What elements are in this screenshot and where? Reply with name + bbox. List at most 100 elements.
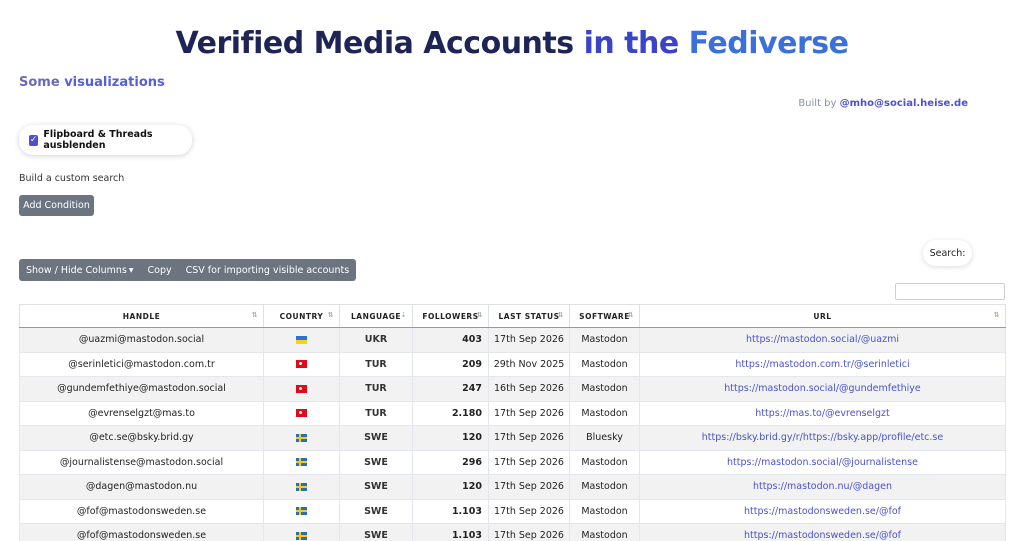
flag-se-icon	[296, 433, 307, 442]
cell-handle: @journalistense@mastodon.social	[19, 449, 264, 475]
table-row: @journalistense@mastodon.social SWE 296 17t…	[19, 449, 1006, 475]
cell-handle: @fof@mastodonsweden.se	[19, 523, 264, 541]
cell-url: https://mastodon.social/@gundemfethiye	[639, 376, 1006, 402]
cell-handle: @dagen@mastodon.nu	[19, 474, 264, 500]
custom-search-label: Build a custom search	[19, 173, 125, 184]
checkbox-checked-icon[interactable]: ✓	[29, 134, 39, 146]
flag-ua-icon	[296, 335, 307, 344]
page-title: Verified Media Accounts in the Fediverse	[0, 26, 1024, 61]
col-language[interactable]: LANGUAGE ⇣	[339, 304, 413, 328]
cell-last-status: 17th Sep 2026	[488, 400, 570, 426]
cell-handle: @serinletici@mastodon.com.tr	[19, 351, 264, 377]
cell-followers: 296	[412, 449, 489, 475]
flag-tr-icon	[296, 384, 307, 393]
cell-country	[263, 523, 340, 541]
csv-export-button[interactable]: CSV for importing visible accounts	[179, 259, 357, 281]
col-last-status-label: LAST STATUS	[498, 311, 560, 321]
col-country-label: COUNTRY	[279, 311, 324, 321]
visualizations-line: Some visualizations	[19, 75, 165, 90]
cell-last-status: 16th Sep 2026	[488, 376, 570, 402]
cell-country	[263, 474, 340, 500]
search-input[interactable]	[895, 283, 1005, 300]
cell-followers: 1.103	[412, 523, 489, 541]
cell-handle: @evrenselgzt@mas.to	[19, 400, 264, 426]
flag-tr-icon	[296, 409, 307, 418]
table-row: @gundemfethiye@mastodon.social TUR 247 16th…	[19, 376, 1006, 402]
col-followers[interactable]: FOLLOWERS ⇅	[412, 304, 489, 328]
cell-handle: @etc.se@bsky.brid.gy	[19, 425, 264, 451]
author-link[interactable]: @mho@social.heise.de	[840, 98, 968, 109]
cell-software: Mastodon	[569, 449, 640, 475]
cell-software: Mastodon	[569, 498, 640, 524]
account-url-link[interactable]: https://mastodon.com.tr/@serinletici	[735, 359, 909, 370]
sort-icon: ⇅	[627, 311, 634, 319]
cell-followers: 120	[412, 474, 489, 500]
built-by-prefix: Built by	[798, 98, 837, 109]
sort-icon: ⇅	[557, 311, 564, 319]
cell-country	[263, 351, 340, 377]
cell-software: Mastodon	[569, 327, 640, 353]
col-url[interactable]: URL ⇅	[639, 304, 1006, 328]
viz-prefix: Some	[19, 75, 60, 90]
toggle-label: Flipboard & Threads ausblenden	[43, 129, 153, 151]
cell-last-status: 17th Sep 2026	[488, 327, 570, 353]
cell-handle: @gundemfethiye@mastodon.social	[19, 376, 264, 402]
col-url-label: URL	[813, 311, 832, 321]
cell-url: https://bsky.brid.gy/r/https://bsky.app/…	[639, 425, 1006, 451]
col-language-label: LANGUAGE	[351, 311, 401, 321]
cell-url: https://mastodon.social/@uazmi	[639, 327, 1006, 353]
col-software[interactable]: SOFTWARE ⇅	[569, 304, 640, 328]
table-header-row: HANDLE ⇅ COUNTRY ⇅ LANGUAGE ⇣ FOLLOWERS ⇅ LA…	[19, 304, 1006, 328]
cell-followers: 209	[412, 351, 489, 377]
account-url-link[interactable]: https://mastodon.nu/@dagen	[753, 481, 892, 492]
visualizations-link[interactable]: visualizations	[64, 75, 165, 90]
cell-software: Mastodon	[569, 376, 640, 402]
flag-se-icon	[296, 482, 307, 491]
cell-handle: @fof@mastodonsweden.se	[19, 498, 264, 524]
account-url-link[interactable]: https://bsky.brid.gy/r/https://bsky.app/…	[702, 432, 943, 443]
cell-url: https://mastodon.social/@journalistense	[639, 449, 1006, 475]
col-last-status[interactable]: LAST STATUS ⇅	[488, 304, 570, 328]
col-software-label: SOFTWARE	[579, 311, 630, 321]
col-followers-label: FOLLOWERS	[422, 311, 479, 321]
account-url-link[interactable]: https://mas.to/@evrenselgzt	[755, 408, 890, 419]
cell-followers: 403	[412, 327, 489, 353]
hide-flipboard-threads-toggle[interactable]: ✓ Flipboard & Threads ausblenden	[19, 125, 192, 155]
copy-button[interactable]: Copy	[141, 259, 179, 281]
sort-desc-icon: ⇣	[400, 311, 407, 319]
cell-followers: 2.180	[412, 400, 489, 426]
cell-last-status: 17th Sep 2026	[488, 425, 570, 451]
cell-last-status: 29th Nov 2025	[488, 351, 570, 377]
add-condition-button[interactable]: Add Condition	[19, 195, 94, 216]
show-hide-columns-button[interactable]: Show / Hide Columns ▼	[19, 259, 141, 281]
account-url-link[interactable]: https://mastodonsweden.se/@fof	[744, 506, 901, 517]
cell-followers: 120	[412, 425, 489, 451]
sort-icon: ⇅	[476, 311, 483, 319]
account-url-link[interactable]: https://mastodon.social/@gundemfethiye	[724, 383, 921, 394]
sort-icon: ⇅	[251, 311, 258, 319]
account-url-link[interactable]: https://mastodon.social/@uazmi	[746, 334, 899, 345]
cell-country	[263, 449, 340, 475]
built-by: Built by @mho@social.heise.de	[798, 98, 968, 109]
table-row: @serinletici@mastodon.com.tr TUR 209 29th N…	[19, 351, 1006, 377]
cell-country	[263, 498, 340, 524]
cell-last-status: 17th Sep 2026	[488, 498, 570, 524]
cell-language: TUR	[339, 376, 413, 402]
col-country[interactable]: COUNTRY ⇅	[263, 304, 340, 328]
col-handle-label: HANDLE	[122, 311, 161, 321]
account-url-link[interactable]: https://mastodon.social/@journalistense	[727, 457, 918, 468]
cell-language: SWE	[339, 425, 413, 451]
cell-url: https://mastodonsweden.se/@fof	[639, 523, 1006, 541]
table-body: @uazmi@mastodon.social UKR 403 17th Sep 202…	[19, 327, 1006, 541]
cell-country	[263, 327, 340, 353]
col-handle[interactable]: HANDLE ⇅	[19, 304, 264, 328]
cell-country	[263, 376, 340, 402]
cell-language: UKR	[339, 327, 413, 353]
search-label: Search:	[923, 240, 972, 266]
cell-url: https://mastodon.nu/@dagen	[639, 474, 1006, 500]
cell-language: SWE	[339, 498, 413, 524]
account-url-link[interactable]: https://mastodonsweden.se/@fof	[744, 530, 901, 541]
cell-software: Mastodon	[569, 351, 640, 377]
caret-down-icon: ▼	[128, 266, 134, 274]
cell-software: Mastodon	[569, 400, 640, 426]
